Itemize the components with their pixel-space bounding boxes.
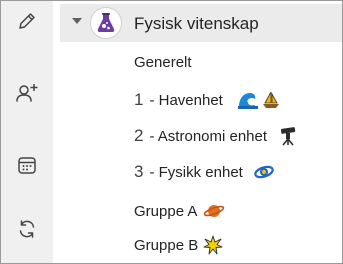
channel-gruppe-a[interactable]: Gruppe A xyxy=(134,199,225,223)
add-person-icon xyxy=(15,82,39,109)
channel-fysikk[interactable]: 3 - Fysikk enhet xyxy=(134,160,275,184)
telescope-emoji xyxy=(279,126,297,146)
pencil-icon xyxy=(16,10,38,37)
calendar-icon xyxy=(16,154,38,181)
channel-number: 1 xyxy=(134,90,144,109)
channel-label: - Fysikk enhet xyxy=(149,163,243,181)
app-rail xyxy=(1,1,53,263)
sync-button[interactable] xyxy=(9,213,45,249)
channel-label: - Havenhet xyxy=(149,91,223,109)
wave-emoji xyxy=(237,90,259,110)
chevron-down-icon[interactable] xyxy=(72,18,82,24)
channel-number: 2 xyxy=(134,126,144,145)
channel-generelt[interactable]: Generelt xyxy=(134,50,192,74)
team-header-row[interactable]: Fysisk vitenskap xyxy=(60,4,342,42)
channel-havenhet[interactable]: 1 - Havenhet xyxy=(134,88,281,112)
sparkle-star-emoji xyxy=(203,235,223,255)
add-member-button[interactable] xyxy=(9,77,45,113)
channel-label: Gruppe A xyxy=(134,202,198,220)
atom-emoji xyxy=(253,163,275,181)
channel-label: Gruppe B xyxy=(134,236,199,254)
team-name: Fysisk vitenskap xyxy=(134,14,259,33)
channel-label: - Astronomi enhet xyxy=(149,127,268,145)
compose-button[interactable] xyxy=(9,5,45,41)
calendar-button[interactable] xyxy=(9,149,45,185)
channel-number: 3 xyxy=(134,162,144,181)
team-avatar xyxy=(90,7,122,39)
channel-gruppe-b[interactable]: Gruppe B xyxy=(134,233,223,257)
channel-label: Generelt xyxy=(134,53,192,71)
ringed-planet-emoji xyxy=(203,202,225,220)
sync-icon xyxy=(16,218,38,245)
sailboat-emoji xyxy=(261,90,281,110)
channel-astronomi[interactable]: 2 - Astronomi enhet xyxy=(134,124,297,148)
science-flask-icon xyxy=(91,8,121,38)
